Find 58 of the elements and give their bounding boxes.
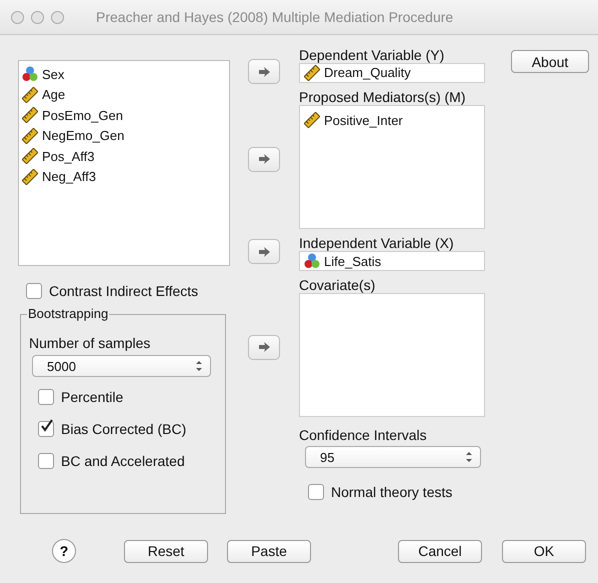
window-title: Preacher and Hayes (2008) Multiple Mediation Procedure	[96, 9, 454, 25]
about-button[interactable]: About	[511, 50, 589, 73]
variable-name[interactable]: Life_Satis	[324, 254, 382, 268]
variable-name[interactable]: Age	[42, 87, 66, 102]
checkbox[interactable]	[38, 453, 54, 469]
variable-name[interactable]: Pos_Aff3	[42, 148, 95, 164]
checkbox-label: Percentile	[61, 389, 124, 405]
variable-list[interactable]: Sex Age PosEmo_Gen NegEmo_Gen Pos_Aff3 Neg_Aff3	[18, 60, 230, 266]
variable-name[interactable]: Dream_Quality	[324, 65, 411, 80]
dropdown[interactable]: 95	[305, 446, 481, 468]
variable-name[interactable]: PosEmo_Gen	[42, 108, 123, 123]
variable-field[interactable]: Life_Satis	[299, 251, 485, 271]
checkbox-label: Contrast Indirect Effects	[49, 283, 198, 299]
variable-name[interactable]: NegEmo_Gen	[42, 128, 124, 144]
checkbox-label: Bias Corrected (BC)	[61, 421, 186, 437]
field-label: Number of samples	[29, 335, 152, 351]
close-button[interactable]	[11, 10, 24, 24]
checkbox[interactable]	[308, 484, 324, 500]
variable-field[interactable]: Dream_Quality	[299, 62, 485, 82]
arrow-icon	[258, 66, 270, 78]
move-button[interactable]	[248, 146, 280, 172]
variable-name[interactable]: Positive_Inter	[324, 112, 403, 128]
field-label: Covariate(s)	[299, 277, 376, 293]
checkbox-label: BC and Accelerated	[61, 453, 185, 469]
nominal-balls-icon	[304, 253, 320, 269]
field-label: Proposed Mediators(s) (M)	[299, 89, 466, 105]
field-label: Independent Variable (X)	[299, 235, 455, 251]
stepper-arrows-icon	[195, 360, 203, 372]
arrow-icon	[258, 246, 270, 258]
field-label: Dependent Variable (Y)	[299, 46, 446, 62]
variable-name[interactable]: Neg_Aff3	[42, 169, 96, 184]
zoom-button[interactable]	[51, 10, 64, 24]
arrow-icon	[258, 341, 270, 353]
move-button[interactable]	[248, 59, 280, 84]
ruler-icon	[304, 112, 320, 128]
field-label: Confidence Intervals	[299, 427, 428, 443]
help-button[interactable]: ?	[52, 539, 76, 563]
nominal-balls-icon	[22, 66, 38, 82]
checkbox-label: Normal theory tests	[331, 484, 452, 500]
checkbox[interactable]	[26, 283, 42, 299]
paste-button[interactable]: Paste	[227, 540, 311, 562]
reset-button[interactable]: Reset	[124, 540, 208, 562]
checkbox[interactable]	[38, 389, 54, 405]
variable-name[interactable]: Sex	[42, 66, 64, 82]
arrow-icon	[258, 153, 270, 165]
ok-button[interactable]: OK	[502, 540, 586, 562]
group-title: Bootstrapping	[27, 306, 110, 321]
move-button[interactable]	[248, 239, 280, 264]
stepper-arrows-icon	[465, 451, 473, 463]
variable-list[interactable]: Positive_Inter	[299, 105, 485, 229]
minimize-button[interactable]	[31, 10, 44, 24]
checkbox[interactable]	[38, 421, 54, 437]
dropdown[interactable]: 5000	[32, 355, 211, 377]
move-button[interactable]	[248, 334, 280, 360]
variable-list[interactable]	[299, 293, 485, 417]
ruler-icon	[304, 64, 320, 80]
check-icon	[40, 419, 54, 433]
cancel-button[interactable]: Cancel	[398, 540, 482, 562]
